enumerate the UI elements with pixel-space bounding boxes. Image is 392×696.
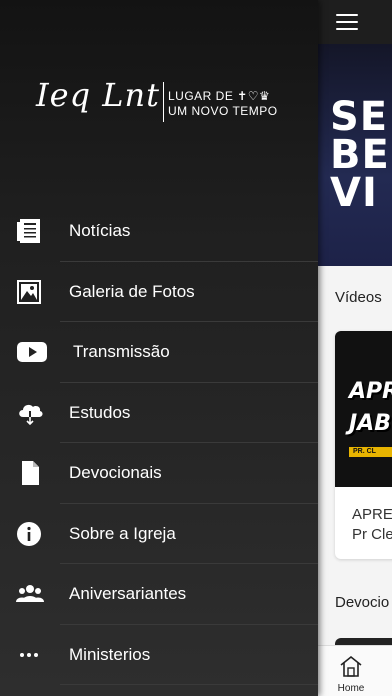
menu-item-label: Devocionais bbox=[69, 463, 162, 482]
video-thumbnail: APR JAB PR. CL bbox=[335, 331, 392, 487]
info-icon bbox=[17, 521, 41, 546]
menu-item-ministerios[interactable]: Ministerios bbox=[0, 625, 318, 686]
logo-tagline-line2: UM NOVO TEMPO bbox=[168, 104, 278, 118]
thumbnail-strip: PR. CL bbox=[349, 447, 392, 457]
menu-item-noticias[interactable]: Notícias bbox=[0, 201, 318, 262]
bottom-tab-bar: Home bbox=[318, 645, 392, 696]
logo-script: Ieq Lnt bbox=[36, 76, 160, 114]
video-card[interactable]: APR JAB PR. CL APRE Pr Cle bbox=[335, 331, 392, 559]
banner-text-line: SE bbox=[330, 94, 389, 140]
home-icon bbox=[340, 655, 362, 677]
menu-item-estudos[interactable]: Estudos bbox=[0, 383, 318, 444]
menu-item-label: Transmissão bbox=[73, 342, 170, 361]
menu-item-label: Sobre a Igreja bbox=[69, 523, 176, 543]
hamburger-menu-icon[interactable] bbox=[336, 14, 358, 30]
photo-gallery-icon bbox=[17, 279, 41, 304]
banner-text-line: VI bbox=[330, 170, 378, 216]
navigation-drawer: Ieq Lnt LUGAR DE ✝︎♡♛ UM NOVO TEMPO Notí… bbox=[0, 0, 318, 696]
video-title-line: Pr Cle bbox=[352, 526, 392, 543]
thumbnail-text: APR bbox=[349, 379, 392, 404]
people-icon bbox=[16, 585, 44, 602]
menu-item-label: Ministerios bbox=[69, 644, 151, 664]
menu-item-devocionais[interactable]: Devocionais bbox=[0, 443, 318, 504]
menu-item-sobre-a-igreja[interactable]: Sobre a Igreja bbox=[0, 504, 318, 565]
thumbnail-text: JAB bbox=[349, 411, 391, 436]
main-content: SE BE VI Vídeos APR JAB PR. CL APRE Pr C… bbox=[318, 0, 392, 696]
drawer-menu: Notícias Galeria de Fotos Transmissão Es… bbox=[0, 201, 318, 685]
banner-text-line: BE bbox=[330, 132, 390, 178]
video-title-line: APRE bbox=[352, 506, 392, 523]
top-app-bar bbox=[318, 0, 392, 44]
cloud-download-icon bbox=[19, 404, 43, 425]
menu-item-label: Estudos bbox=[69, 402, 131, 422]
menu-item-aniversariantes[interactable]: Aniversariantes bbox=[0, 564, 318, 625]
logo-divider bbox=[163, 82, 164, 122]
menu-item-transmissao[interactable]: Transmissão bbox=[0, 322, 318, 383]
hero-banner[interactable]: SE BE VI bbox=[318, 44, 392, 266]
videos-section-title: Vídeos bbox=[335, 289, 382, 306]
devotionals-section-title: Devocio bbox=[335, 594, 390, 611]
document-icon bbox=[22, 461, 39, 485]
menu-item-label: Notícias bbox=[69, 221, 131, 240]
news-icon bbox=[17, 219, 40, 243]
youtube-play-icon bbox=[17, 342, 47, 362]
menu-item-label: Aniversariantes bbox=[69, 584, 187, 603]
church-logo: Ieq Lnt LUGAR DE ✝︎♡♛ UM NOVO TEMPO bbox=[36, 76, 286, 128]
tab-home-label: Home bbox=[337, 683, 365, 694]
more-dots-icon bbox=[20, 652, 38, 657]
menu-item-label: Galeria de Fotos bbox=[69, 281, 195, 301]
menu-item-galeria-de-fotos[interactable]: Galeria de Fotos bbox=[0, 262, 318, 323]
logo-tagline-line1: LUGAR DE ✝︎♡♛ bbox=[168, 89, 271, 103]
video-title: APRE Pr Cle bbox=[352, 505, 392, 545]
